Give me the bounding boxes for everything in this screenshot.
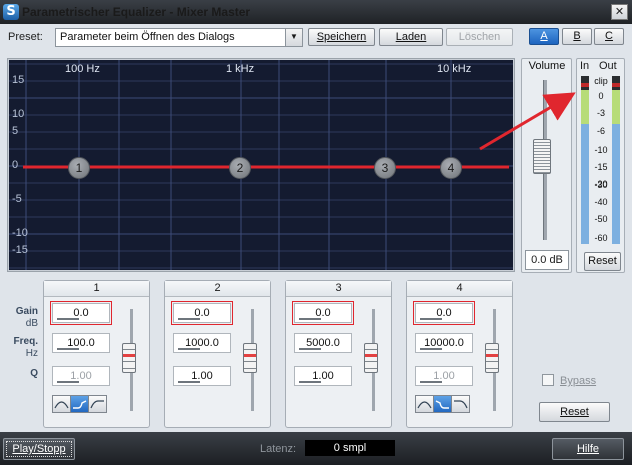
- tab-c[interactable]: C: [594, 28, 624, 45]
- meter-scale-label: -40: [594, 197, 608, 207]
- meter-scale-label: 0: [598, 91, 604, 101]
- gain-unit: dB: [25, 318, 38, 329]
- bypass-checkbox[interactable]: [542, 374, 554, 386]
- high-cut-icon[interactable]: [451, 395, 470, 413]
- close-button[interactable]: ✕: [611, 4, 628, 20]
- meter-scale-label: -50: [594, 214, 608, 224]
- q-field[interactable]: 1.00: [294, 366, 352, 386]
- tab-a[interactable]: A: [529, 28, 559, 45]
- band-gain-slider-thumb[interactable]: [122, 343, 136, 373]
- meter-scale-label: -3: [596, 108, 605, 118]
- meter-out-label: Out: [599, 60, 617, 72]
- gain-field[interactable]: 0.0: [292, 301, 354, 325]
- save-button[interactable]: Speichern: [308, 28, 375, 46]
- band-node-4[interactable]: 4: [440, 157, 462, 179]
- freq-field[interactable]: 5000.0: [294, 333, 352, 353]
- band-panel-4: 4 0.0 10000.0 1.00: [406, 280, 513, 428]
- meter-scale-label: -10: [594, 145, 608, 155]
- band-title: 4: [407, 281, 512, 297]
- eq-graph[interactable]: 15 10 5 0 -5 -10 -15 100 Hz 1 kHz 10 kHz…: [9, 60, 513, 270]
- q-field[interactable]: 1.00: [415, 366, 473, 386]
- gain-field[interactable]: 0.0: [413, 301, 475, 325]
- band-gain-slider-thumb[interactable]: [243, 343, 257, 373]
- band-title: 2: [165, 281, 270, 297]
- preset-label: Preset:: [8, 31, 43, 43]
- volume-readout: 0.0 dB: [525, 250, 569, 270]
- band-gain-slider-thumb[interactable]: [485, 343, 499, 373]
- band-gain-slider-thumb[interactable]: [364, 343, 378, 373]
- play-stop-button[interactable]: Play/Stopp: [3, 438, 75, 460]
- gain-label: Gain: [15, 306, 38, 317]
- meter-scale-label-last: -60: [594, 233, 608, 243]
- meter-scale-label: clip: [594, 76, 608, 86]
- peak-filter-icon[interactable]: [52, 395, 71, 413]
- meter-scale-label: -30: [594, 180, 608, 190]
- meter-in-bar: [581, 76, 589, 244]
- band-node-2[interactable]: 2: [229, 157, 251, 179]
- help-button[interactable]: Hilfe: [552, 438, 624, 460]
- gain-field[interactable]: 0.0: [171, 301, 233, 325]
- load-button[interactable]: Laden: [379, 28, 443, 46]
- freq-unit: Hz: [25, 348, 38, 359]
- bypass-label[interactable]: Bypass: [560, 375, 596, 387]
- freq-field[interactable]: 10000.0: [415, 333, 473, 353]
- meter-in-label: In: [580, 60, 590, 72]
- low-cut-icon[interactable]: [88, 395, 107, 413]
- latency-value: 0 smpl: [305, 440, 395, 456]
- filter-shape-group: [52, 395, 107, 413]
- meter-out-bar: [612, 76, 620, 244]
- q-field[interactable]: 1.00: [173, 366, 231, 386]
- reset-button[interactable]: Reset: [539, 402, 610, 422]
- low-shelf-icon[interactable]: [70, 395, 89, 413]
- freq-field[interactable]: 100.0: [52, 333, 110, 353]
- latency-label: Latenz:: [260, 443, 297, 455]
- band-panel-1: 1 0.0 100.0 1.00: [43, 280, 150, 428]
- freq-label-row: Freq.: [13, 336, 38, 347]
- freq-field[interactable]: 1000.0: [173, 333, 231, 353]
- volume-slider-thumb[interactable]: [533, 139, 551, 174]
- meter-reset-button[interactable]: Reset: [584, 252, 621, 271]
- q-label: Q: [30, 368, 38, 379]
- band-panel-2: 2 0.0 1000.0 1.00: [164, 280, 271, 428]
- meter-scale-label: -15: [594, 162, 608, 172]
- chevron-down-icon[interactable]: ▼: [285, 28, 303, 47]
- peak-filter-icon[interactable]: [415, 395, 434, 413]
- volume-label: Volume: [528, 60, 566, 72]
- filter-shape-group: [415, 395, 470, 413]
- app-icon: S: [3, 4, 19, 20]
- high-shelf-icon[interactable]: [433, 395, 452, 413]
- band-panel-3: 3 0.0 5000.0 1.00: [285, 280, 392, 428]
- band-title: 1: [44, 281, 149, 297]
- preset-dropdown[interactable]: Parameter beim Öffnen des Dialogs: [55, 28, 303, 47]
- tab-b[interactable]: B: [562, 28, 592, 45]
- delete-button[interactable]: Löschen: [446, 28, 513, 46]
- gain-field[interactable]: 0.0: [50, 301, 112, 325]
- q-field[interactable]: 1.00: [52, 366, 110, 386]
- band-node-1[interactable]: 1: [68, 157, 90, 179]
- band-title: 3: [286, 281, 391, 297]
- window-title: Parametrischer Equalizer - Mixer Master: [22, 5, 251, 19]
- band-node-3[interactable]: 3: [374, 157, 396, 179]
- meter-scale-label: -6: [596, 126, 605, 136]
